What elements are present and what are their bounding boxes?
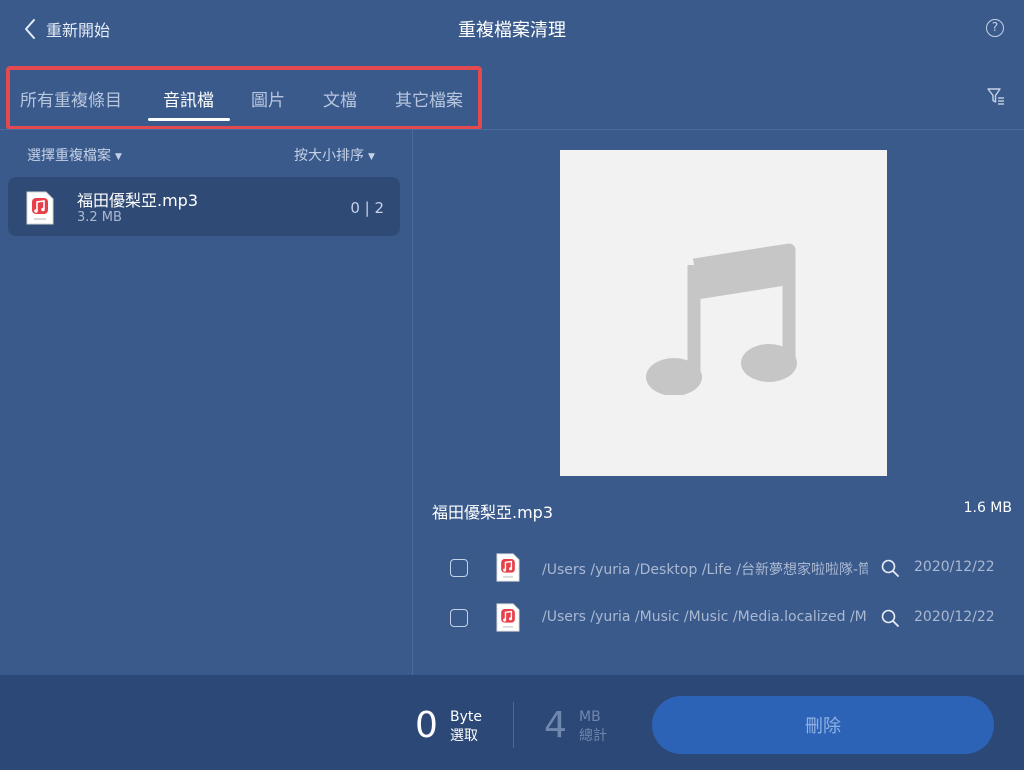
selected-size-value: 0 (415, 705, 438, 746)
mp3-file-icon (496, 553, 520, 586)
table-row: /Users /yuria /Desktop /Life /台新夢想家啦啦隊-筒… (432, 548, 1012, 588)
pane-divider (412, 130, 413, 675)
list-item-size: 3.2 MB (77, 210, 122, 225)
mp3-file-icon (496, 603, 520, 636)
file-date: 2020/12/22 (914, 559, 995, 575)
tabs-highlight-box (6, 66, 482, 130)
header-divider (0, 129, 1024, 130)
audio-preview (560, 150, 887, 476)
total-size-value: 4 (544, 705, 567, 746)
file-path: /Users /yuria /Music /Music /Media.local… (542, 609, 868, 625)
filter-icon[interactable] (986, 86, 1006, 110)
footer-separator (513, 702, 514, 748)
total-size-unit: MB (579, 709, 601, 725)
sort-label: 按大小排序 (294, 148, 364, 164)
select-duplicates-label: 選擇重複檔案 (27, 148, 111, 164)
selected-size-unit: Byte (450, 709, 482, 725)
table-row: /Users /yuria /Music /Music /Media.local… (432, 598, 1012, 638)
selected-label: 選取 (450, 728, 478, 744)
question-circle-icon[interactable]: ? (986, 19, 1004, 37)
file-date: 2020/12/22 (914, 609, 995, 625)
selected-size-label: Byte 選取 (450, 708, 482, 746)
delete-button[interactable]: 刪除 (652, 696, 994, 754)
list-item-count: 0 | 2 (350, 199, 384, 217)
list-item-name: 福田優梨亞.mp3 (77, 191, 199, 210)
magnifier-icon[interactable] (880, 558, 900, 582)
mp3-file-icon (26, 191, 54, 229)
caret-down-icon: ▼ (368, 152, 375, 162)
page-title: 重複檔案清理 (458, 20, 566, 41)
magnifier-icon[interactable] (880, 608, 900, 632)
row-checkbox[interactable] (450, 559, 468, 577)
detail-file-name: 福田優梨亞.mp3 (432, 503, 554, 522)
music-note-icon (646, 243, 797, 395)
sort-dropdown[interactable]: 按大小排序 ▼ (294, 145, 375, 165)
caret-down-icon: ▼ (115, 152, 122, 162)
select-duplicates-dropdown[interactable]: 選擇重複檔案 ▼ (27, 145, 122, 165)
total-size-label: MB 總計 (579, 708, 607, 746)
row-checkbox[interactable] (450, 609, 468, 627)
file-path: /Users /yuria /Desktop /Life /台新夢想家啦啦隊-筒 (542, 562, 868, 578)
list-item[interactable]: 福田優梨亞.mp3 3.2 MB 0 | 2 (8, 177, 400, 236)
detail-file-size: 1.6 MB (963, 500, 1012, 516)
total-label: 總計 (579, 728, 607, 744)
